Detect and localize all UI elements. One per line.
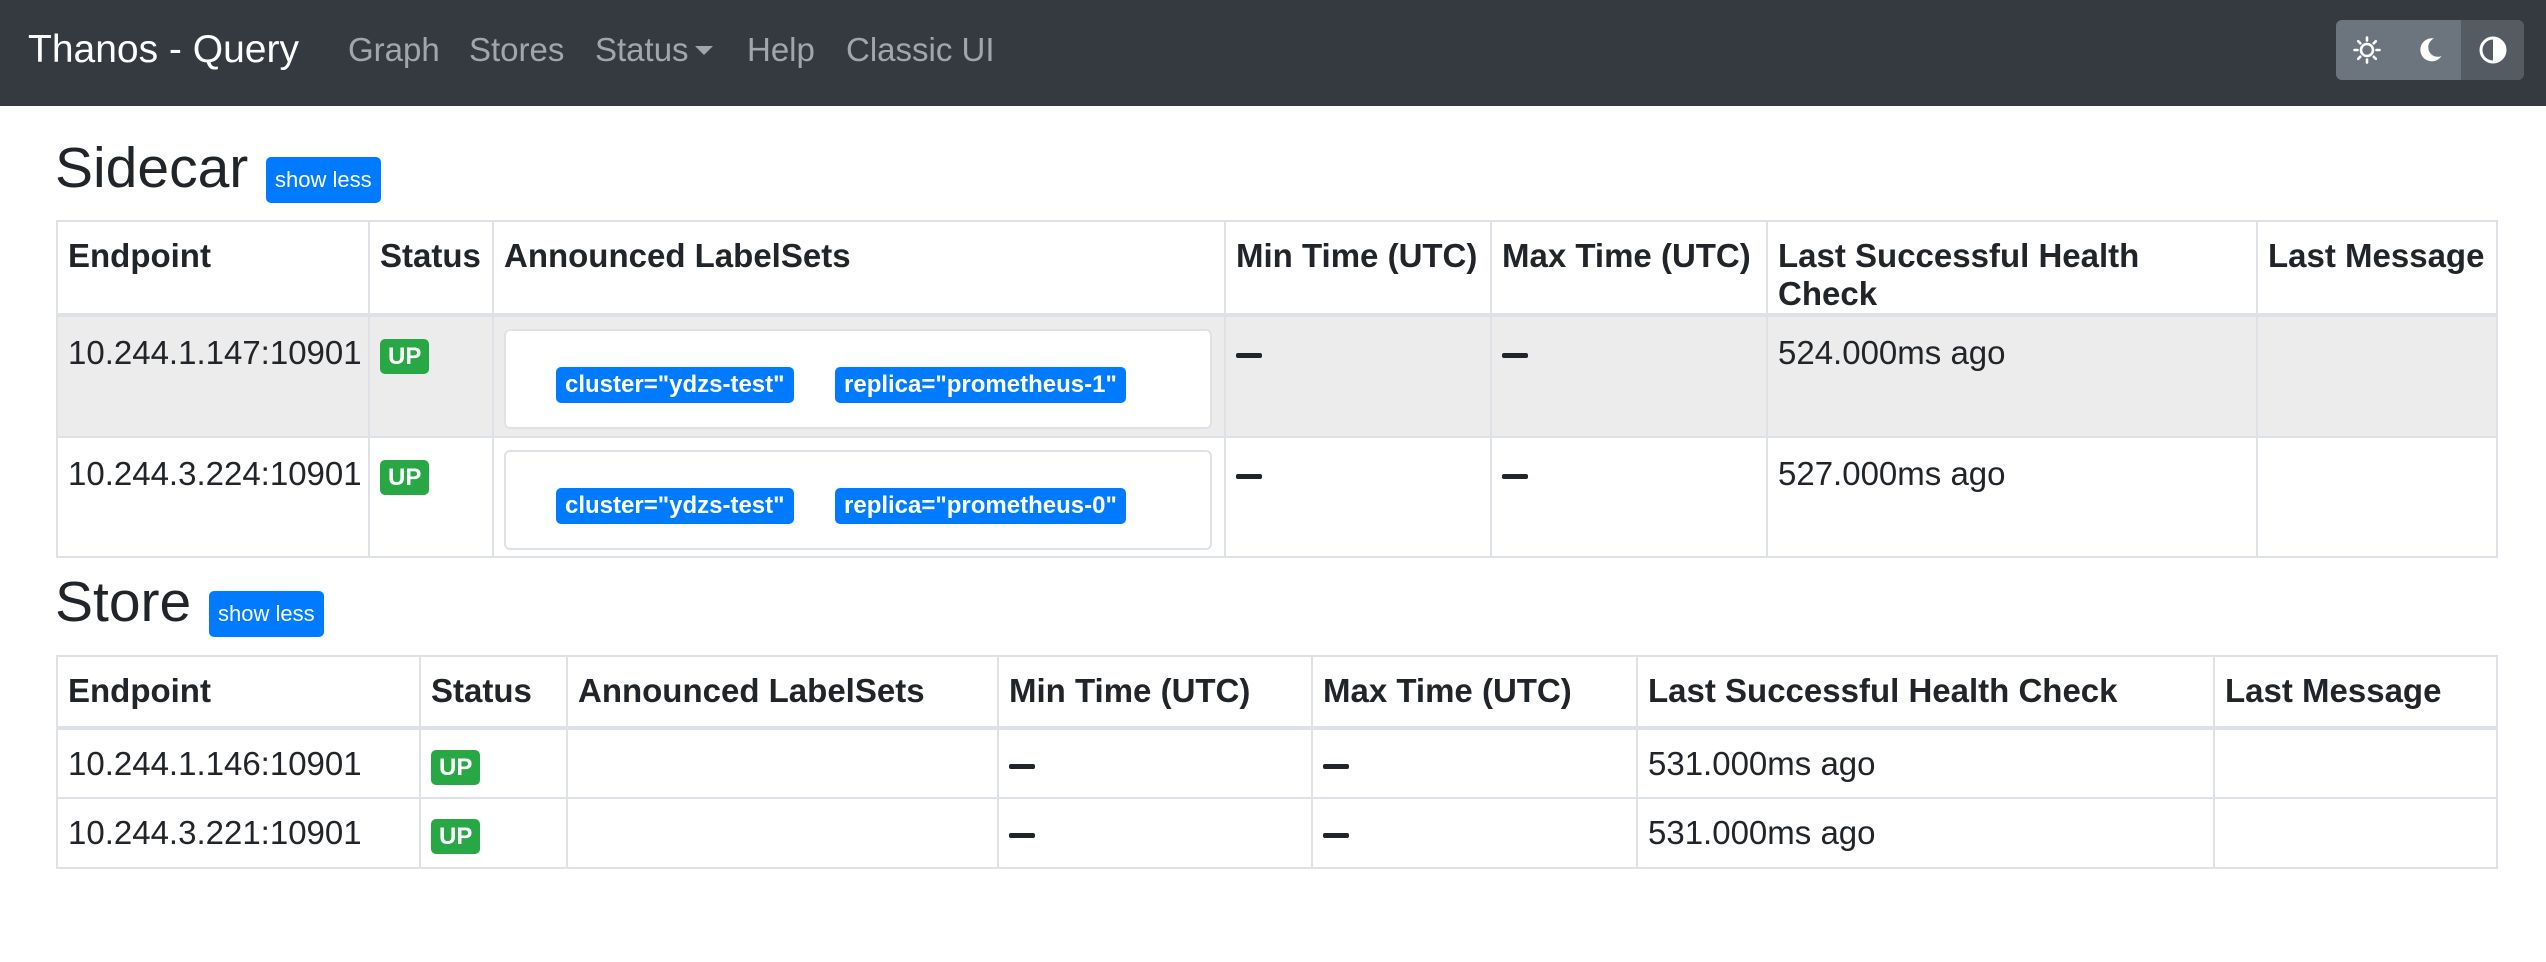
column-header-status[interactable]: Status bbox=[419, 655, 568, 730]
column-header-last-health-check[interactable]: Last Successful Health Check bbox=[1766, 220, 2258, 317]
last-message-cell bbox=[2256, 436, 2498, 558]
column-header-endpoint[interactable]: Endpoint bbox=[56, 220, 370, 317]
labelsets-cell: cluster="ydzs-test" replica="prometheus-… bbox=[492, 436, 1226, 558]
last-health-check-cell: 524.000ms ago bbox=[1766, 314, 2258, 438]
dash-icon bbox=[1009, 763, 1035, 769]
min-time-cell bbox=[1224, 314, 1492, 438]
column-header-max-time[interactable]: Max Time (UTC) bbox=[1490, 220, 1768, 317]
last-health-check-cell: 531.000ms ago bbox=[1636, 727, 2215, 799]
column-header-labelsets[interactable]: Announced LabelSets bbox=[492, 220, 1226, 317]
labelsets-cell bbox=[566, 727, 999, 799]
last-message-cell bbox=[2213, 727, 2498, 799]
status-badge: UP bbox=[380, 339, 430, 374]
dash-icon bbox=[1323, 763, 1349, 769]
column-header-min-time[interactable]: Min Time (UTC) bbox=[997, 655, 1313, 730]
status-cell: UP bbox=[419, 797, 568, 869]
label-badge: replica="prometheus-0" bbox=[835, 488, 1126, 524]
column-header-last-health-check[interactable]: Last Successful Health Check bbox=[1636, 655, 2215, 730]
max-time-cell bbox=[1311, 797, 1638, 869]
last-message-cell bbox=[2213, 797, 2498, 869]
dash-icon bbox=[1009, 832, 1035, 838]
dash-icon bbox=[1502, 352, 1528, 358]
label-badge: cluster="ydzs-test" bbox=[556, 367, 794, 403]
sidecar-section-title: Sidecar bbox=[55, 136, 249, 200]
dash-icon bbox=[1236, 473, 1262, 479]
nav-link-graph[interactable]: Graph bbox=[348, 30, 440, 70]
brand-title[interactable]: Thanos - Query bbox=[28, 26, 299, 74]
caret-down-icon bbox=[694, 46, 713, 55]
labelsets-cell bbox=[566, 797, 999, 869]
endpoint-cell: 10.244.1.147:10901 bbox=[56, 314, 370, 438]
endpoint-cell: 10.244.3.221:10901 bbox=[56, 797, 421, 869]
status-badge: UP bbox=[431, 750, 481, 785]
column-header-last-message[interactable]: Last Message bbox=[2213, 655, 2498, 730]
label-badge: replica="prometheus-1" bbox=[835, 367, 1126, 403]
navbar: Thanos - Query Graph Stores Status Help … bbox=[0, 0, 2546, 106]
sidecar-show-less-button[interactable]: show less bbox=[266, 157, 381, 203]
column-header-endpoint[interactable]: Endpoint bbox=[56, 655, 421, 730]
last-health-check-cell: 527.000ms ago bbox=[1766, 436, 2258, 558]
status-cell: UP bbox=[419, 727, 568, 799]
status-badge: UP bbox=[380, 460, 430, 495]
status-cell: UP bbox=[368, 436, 494, 558]
column-header-last-message[interactable]: Last Message bbox=[2256, 220, 2498, 317]
endpoint-cell: 10.244.3.224:10901 bbox=[56, 436, 370, 558]
max-time-cell bbox=[1490, 436, 1768, 558]
status-cell: UP bbox=[368, 314, 494, 438]
table-header-row: Endpoint Status Announced LabelSets Min … bbox=[56, 220, 2498, 317]
moon-icon bbox=[2420, 38, 2442, 62]
table-header-row: Endpoint Status Announced LabelSets Min … bbox=[56, 655, 2498, 730]
auto-theme-button[interactable] bbox=[2461, 20, 2524, 80]
min-time-cell bbox=[997, 797, 1313, 869]
min-time-cell bbox=[1224, 436, 1492, 558]
table-row: 10.244.1.146:10901 UP 531.000ms ago bbox=[56, 727, 2498, 799]
nav-link-classic-ui[interactable]: Classic UI bbox=[846, 30, 995, 70]
labelset-card: cluster="ydzs-test" replica="prometheus-… bbox=[504, 450, 1212, 550]
nav-link-status[interactable]: Status bbox=[595, 30, 713, 70]
light-theme-button[interactable] bbox=[2336, 20, 2399, 80]
last-health-check-cell: 531.000ms ago bbox=[1636, 797, 2215, 869]
table-row: 10.244.3.224:10901 UP cluster="ydzs-test… bbox=[56, 436, 2498, 558]
min-time-cell bbox=[997, 727, 1313, 799]
column-header-min-time[interactable]: Min Time (UTC) bbox=[1224, 220, 1492, 317]
column-header-max-time[interactable]: Max Time (UTC) bbox=[1311, 655, 1638, 730]
max-time-cell bbox=[1490, 314, 1768, 438]
label-badge: cluster="ydzs-test" bbox=[556, 488, 794, 524]
sidecar-table: Endpoint Status Announced LabelSets Min … bbox=[56, 220, 2498, 558]
nav-link-stores[interactable]: Stores bbox=[469, 30, 564, 70]
theme-toggle-group bbox=[2336, 20, 2524, 80]
endpoint-cell: 10.244.1.146:10901 bbox=[56, 727, 421, 799]
dash-icon bbox=[1502, 473, 1528, 479]
table-row: 10.244.1.147:10901 UP cluster="ydzs-test… bbox=[56, 314, 2498, 438]
dash-icon bbox=[1323, 832, 1349, 838]
nav-link-help[interactable]: Help bbox=[747, 30, 815, 70]
half-circle-contrast-icon bbox=[2479, 36, 2507, 64]
dark-theme-button[interactable] bbox=[2398, 20, 2462, 80]
table-row: 10.244.3.221:10901 UP 531.000ms ago bbox=[56, 797, 2498, 869]
dash-icon bbox=[1236, 352, 1262, 358]
max-time-cell bbox=[1311, 727, 1638, 799]
column-header-status[interactable]: Status bbox=[368, 220, 494, 317]
sun-icon bbox=[2353, 36, 2382, 64]
last-message-cell bbox=[2256, 314, 2498, 438]
column-header-labelsets[interactable]: Announced LabelSets bbox=[566, 655, 999, 730]
nav-link-status-label: Status bbox=[595, 31, 689, 68]
store-show-less-button[interactable]: show less bbox=[209, 591, 324, 637]
store-table: Endpoint Status Announced LabelSets Min … bbox=[56, 655, 2498, 869]
labelset-card: cluster="ydzs-test" replica="prometheus-… bbox=[504, 329, 1212, 429]
store-section-title: Store bbox=[55, 570, 192, 634]
labelsets-cell: cluster="ydzs-test" replica="prometheus-… bbox=[492, 314, 1226, 438]
status-badge: UP bbox=[431, 819, 481, 854]
